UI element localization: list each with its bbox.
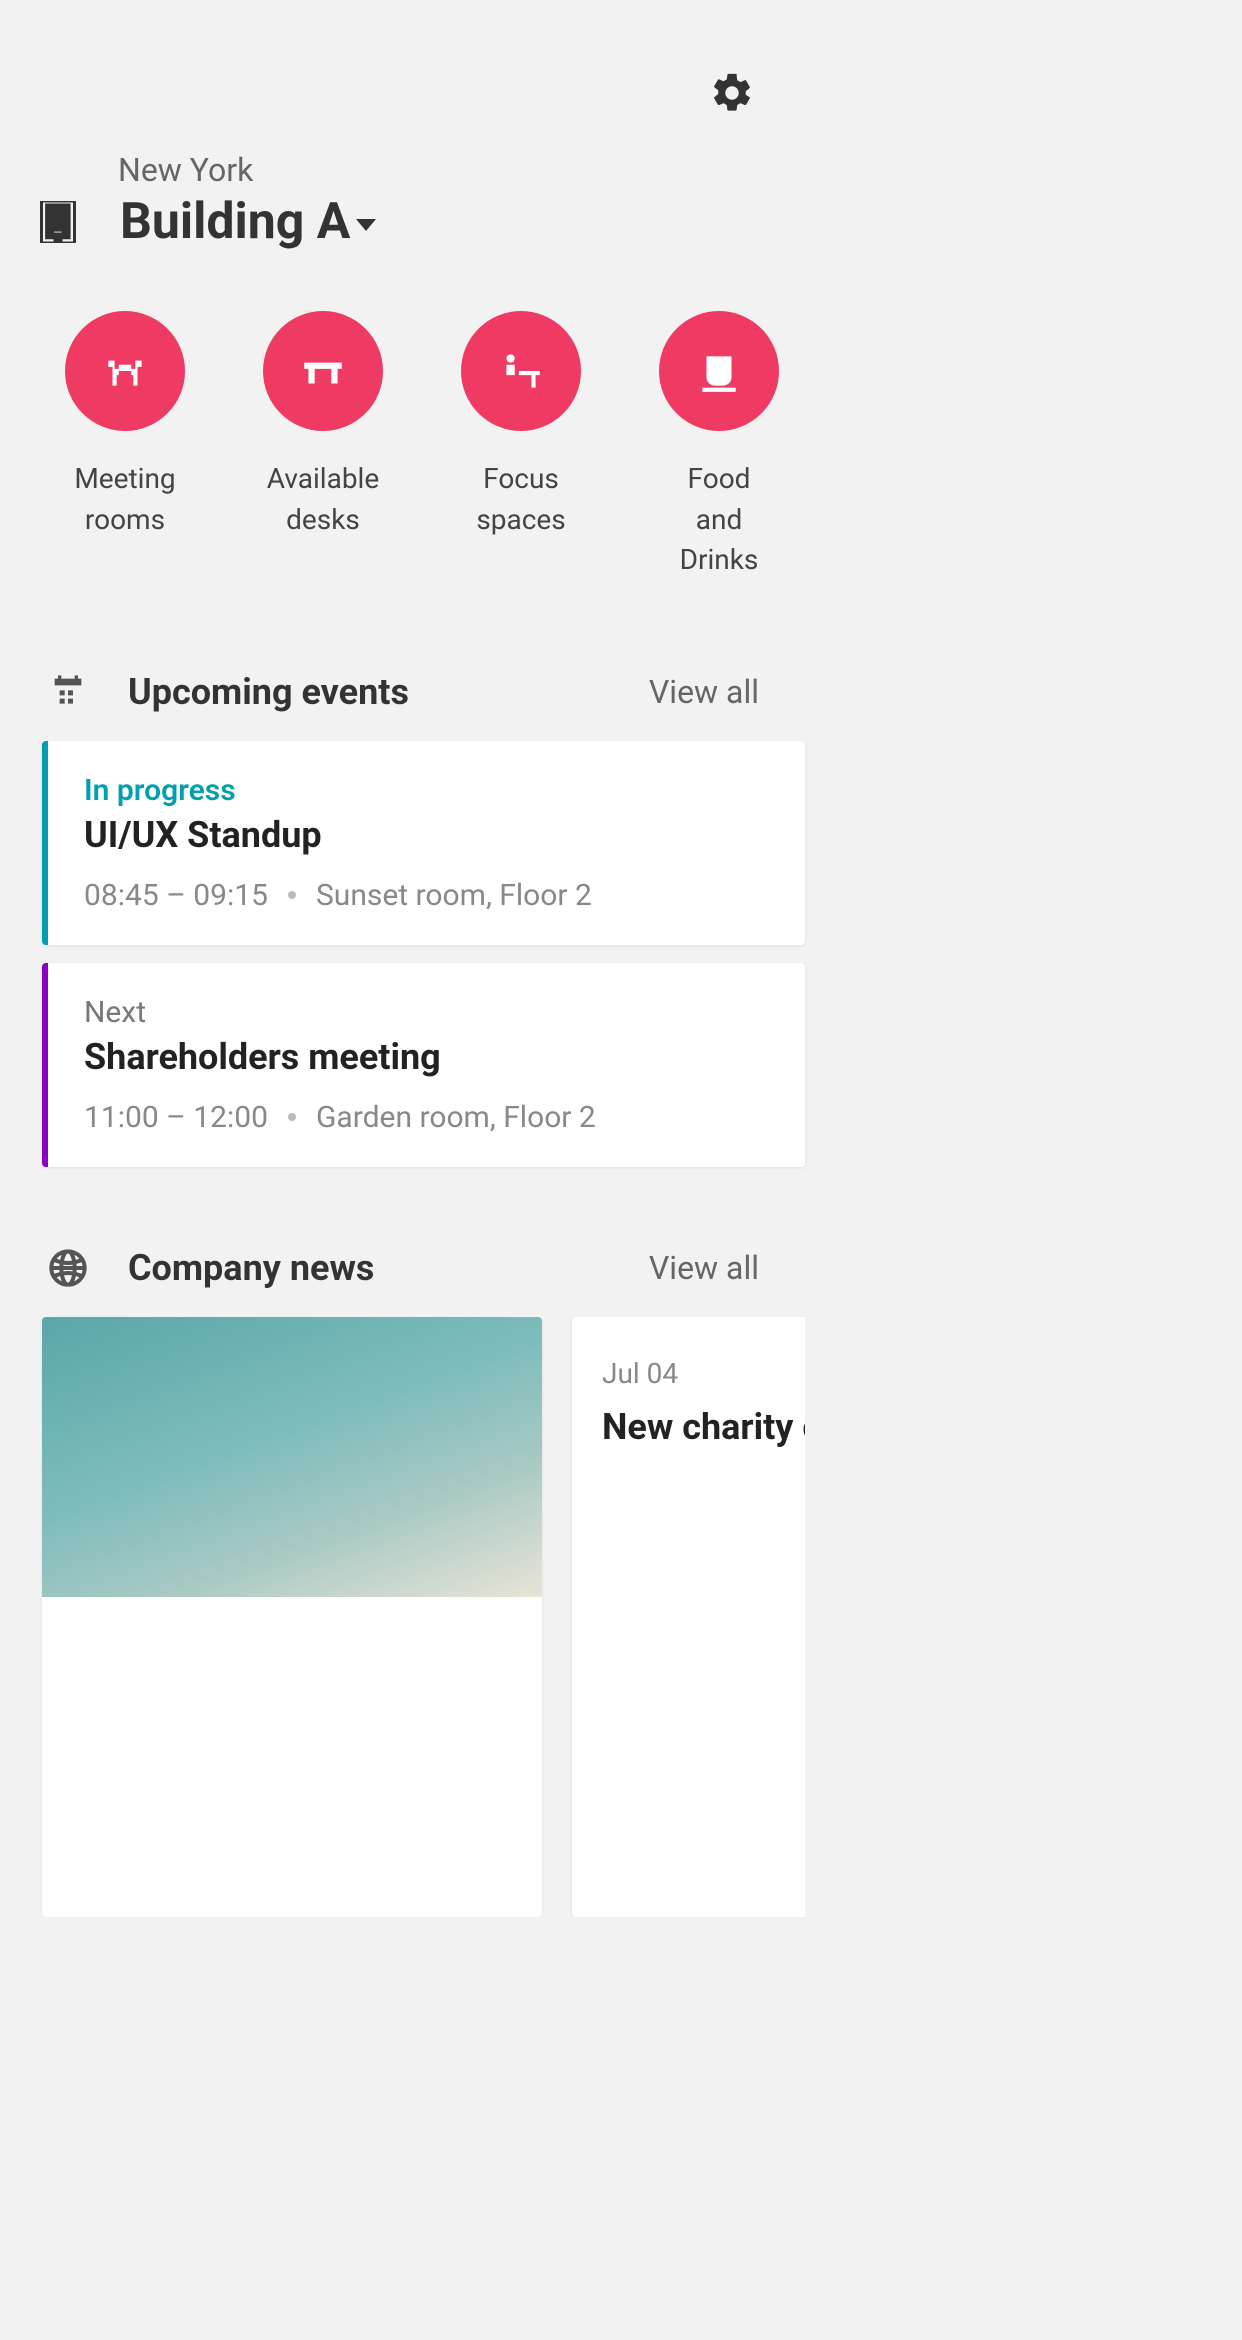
cup-icon — [694, 346, 744, 396]
news-card[interactable]: Jul 04 New charity c — [572, 1317, 805, 1917]
event-time: 11:00 – 12:00 — [84, 1100, 268, 1135]
quick-action-label: Focus spaces — [476, 459, 565, 540]
event-title: Shareholders meeting — [84, 1036, 769, 1078]
event-location: Sunset room, Floor 2 — [316, 878, 592, 913]
quick-action-meeting-rooms[interactable]: Meeting rooms — [60, 311, 190, 581]
event-time: 08:45 – 09:15 — [84, 878, 268, 913]
quick-actions-row: Meeting rooms Available desks Focus spac… — [0, 311, 805, 581]
news-row: Jul 04 New charity c — [0, 1317, 805, 1917]
event-location: Garden room, Floor 2 — [316, 1100, 596, 1135]
location-city: New York — [40, 151, 805, 189]
building-name: Building A — [120, 193, 350, 251]
calendar-icon — [48, 672, 88, 712]
event-status: In progress — [84, 773, 769, 808]
separator-dot — [288, 1113, 296, 1121]
event-card[interactable]: In progress UI/UX Standup 08:45 – 09:15 … — [42, 741, 805, 945]
quick-action-focus-spaces[interactable]: Focus spaces — [456, 311, 586, 581]
news-date: Jul 04 — [602, 1357, 805, 1390]
news-section-title: Company news — [128, 1247, 374, 1289]
building-selector[interactable]: Building A — [40, 193, 805, 251]
globe-icon — [48, 1248, 88, 1288]
news-image — [42, 1317, 542, 1597]
news-card[interactable] — [42, 1317, 542, 1917]
event-meta: 11:00 – 12:00 Garden room, Floor 2 — [84, 1100, 769, 1135]
event-card[interactable]: Next Shareholders meeting 11:00 – 12:00 … — [42, 963, 805, 1167]
chevron-down-icon — [356, 219, 376, 231]
news-view-all[interactable]: View all — [649, 1249, 759, 1287]
focus-desk-icon — [496, 346, 546, 396]
quick-action-label: Food and Drinks — [654, 459, 784, 581]
quick-action-label: Meeting rooms — [74, 459, 175, 540]
quick-action-food-drinks[interactable]: Food and Drinks — [654, 311, 784, 581]
quick-action-label: Available desks — [267, 459, 379, 540]
chair-table-icon — [100, 346, 150, 396]
gear-icon[interactable] — [709, 70, 755, 116]
separator-dot — [288, 891, 296, 899]
news-title: New charity c — [602, 1406, 805, 1449]
building-icon — [40, 201, 76, 243]
events-view-all[interactable]: View all — [649, 673, 759, 711]
event-meta: 08:45 – 09:15 Sunset room, Floor 2 — [84, 878, 769, 913]
quick-action-available-desks[interactable]: Available desks — [258, 311, 388, 581]
event-status: Next — [84, 995, 769, 1030]
events-section-title: Upcoming events — [128, 671, 409, 713]
desk-icon — [298, 346, 348, 396]
event-title: UI/UX Standup — [84, 814, 769, 856]
